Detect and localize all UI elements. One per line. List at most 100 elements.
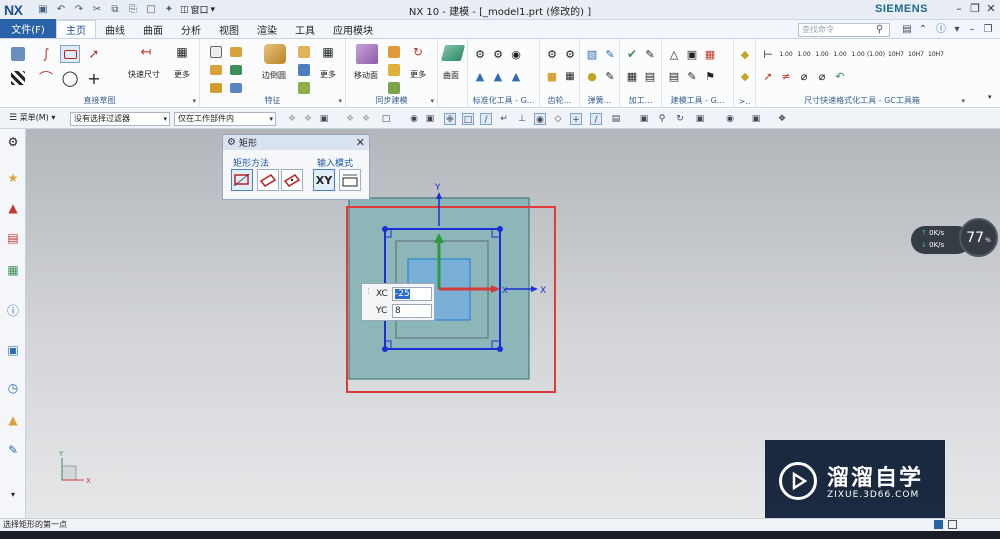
rapid-dimension-icon[interactable]: ↤ <box>136 43 156 61</box>
type-filter-select[interactable]: 没有选择过滤器 ▾ <box>70 112 170 126</box>
arc-center-icon[interactable]: ◉ <box>534 113 546 125</box>
snap-point-icon[interactable]: ✙ <box>444 113 456 125</box>
offset-region-icon[interactable] <box>384 61 404 79</box>
diameter2-icon[interactable]: ⌀ <box>812 67 832 85</box>
point-on-face-icon[interactable]: ▤ <box>610 113 622 125</box>
spring-design-icon[interactable]: ● <box>582 67 602 85</box>
point-on-curve-icon[interactable]: ∕ <box>590 113 602 125</box>
from-center-method-button[interactable] <box>281 169 303 191</box>
touch-mode-icon[interactable]: ✦ <box>162 3 176 17</box>
pull-face-icon[interactable] <box>384 43 404 61</box>
move-face-icon[interactable] <box>354 41 380 67</box>
intersection-icon[interactable]: ⊥ <box>516 113 528 125</box>
three-point-method-button[interactable] <box>257 169 279 191</box>
existing-point-icon[interactable]: + <box>570 113 582 125</box>
gear-table-icon[interactable]: ▦ <box>560 67 580 85</box>
work-layer-icon[interactable]: ❖ <box>776 113 788 125</box>
hole-icon[interactable] <box>226 43 246 61</box>
yc-input[interactable]: 8 <box>392 304 432 318</box>
zoom-icon[interactable]: ⚲ <box>656 113 668 125</box>
boolean-icon[interactable] <box>206 61 226 79</box>
sketch-corner-point[interactable] <box>497 346 503 352</box>
draft-icon[interactable] <box>294 61 314 79</box>
clock-icon[interactable]: ◷ <box>4 379 22 397</box>
tool-icon[interactable]: ◆ <box>735 45 755 63</box>
chevron-down-icon[interactable]: ▾ <box>338 97 342 105</box>
xy-input-mode-button[interactable]: XY <box>313 169 335 191</box>
rectangle-tool-icon[interactable] <box>60 45 80 63</box>
assembly-navigator-icon[interactable]: ★ <box>4 169 22 187</box>
fit-h7-icon[interactable]: 10H7 <box>886 45 906 63</box>
linear-icon[interactable]: ≠ <box>776 67 796 85</box>
cube-icon[interactable]: ▣ <box>424 113 436 125</box>
operation-icon[interactable]: ▤ <box>640 67 660 85</box>
shaded-icon[interactable]: ◉ <box>408 113 420 125</box>
chevron-down-icon[interactable]: ▾ <box>961 97 965 105</box>
undo-icon[interactable]: ↶ <box>54 3 68 17</box>
save-icon[interactable]: ▣ <box>36 3 50 17</box>
rotate-icon[interactable]: ↻ <box>674 113 686 125</box>
control-point-icon[interactable]: ↵ <box>498 113 510 125</box>
line-icon[interactable]: ➚ <box>84 45 104 63</box>
more-resources-icon[interactable]: ▾ <box>4 485 22 503</box>
pin-icon[interactable]: ▲ <box>470 67 490 85</box>
feature-select-icon[interactable]: ▣ <box>318 113 330 125</box>
spring-delete-icon[interactable]: ✎ <box>600 45 620 63</box>
tool2-icon[interactable]: ◆ <box>735 67 755 85</box>
close-icon[interactable]: ✕ <box>356 136 365 149</box>
sketch-corner-point[interactable] <box>382 226 388 232</box>
web-browser-icon[interactable]: ⓘ <box>4 301 22 319</box>
frame-icon[interactable]: ▣ <box>682 45 702 63</box>
orient-view-icon[interactable]: ▣ <box>694 113 706 125</box>
fit-h7c-icon[interactable]: 10H7 <box>926 45 946 63</box>
reset-icon[interactable]: ↶ <box>830 67 850 85</box>
more-label[interactable]: 更多 <box>174 69 190 80</box>
system-materials-icon[interactable]: ▲ <box>4 411 22 429</box>
extrude-icon[interactable] <box>206 43 226 61</box>
close-window-button[interactable]: ✕ <box>982 2 1000 18</box>
stock-icon[interactable]: ▦ <box>622 67 642 85</box>
arc-icon[interactable]: ⌒ <box>36 69 56 87</box>
more-feature-icon[interactable]: ▦ <box>318 43 338 61</box>
washer-icon[interactable]: ◉ <box>506 45 526 63</box>
spring-icon[interactable]: ▧ <box>582 45 602 63</box>
point-icon[interactable]: + <box>84 69 104 88</box>
box-select-icon[interactable]: □ <box>380 113 392 125</box>
chevron-down-icon[interactable]: ▾ <box>951 24 963 36</box>
gear-model-icon[interactable]: ■ <box>542 67 562 85</box>
edit-section-icon[interactable]: ▣ <box>750 113 762 125</box>
tolerance2-icon[interactable]: 1.00 <box>812 45 832 63</box>
dimension-style-icon[interactable]: ⊢ <box>758 45 778 63</box>
chevron-down-icon[interactable]: ▾ <box>192 97 196 105</box>
render-style-icon[interactable]: ◉ <box>724 113 736 125</box>
precision-icon[interactable]: 1.00 <box>776 45 796 63</box>
drag-handle-icon[interactable]: ⋮ <box>365 287 372 295</box>
fit-view-icon[interactable]: ▣ <box>638 113 650 125</box>
face-rule-icon[interactable]: ❖ <box>344 113 356 125</box>
doc-restore-button[interactable]: ❐ <box>982 24 994 36</box>
process-studio-icon[interactable]: ✎ <box>4 441 22 459</box>
radius-icon[interactable]: ➚ <box>758 67 778 85</box>
collapse-ribbon-icon[interactable]: ⌃ <box>917 24 929 36</box>
surface-label[interactable]: 曲面 <box>443 70 459 81</box>
surface-icon[interactable] <box>440 41 466 65</box>
filter-icon[interactable]: ❖ <box>286 113 298 125</box>
history-icon[interactable]: ▣ <box>4 341 22 359</box>
edit-icon[interactable]: ✎ <box>682 67 702 85</box>
chevron-down-icon[interactable]: ▾ <box>988 93 992 101</box>
tolerance-icon[interactable]: 1.00 <box>794 45 814 63</box>
settings-icon[interactable]: ⚙ <box>4 133 22 151</box>
sketch-corner-point[interactable] <box>382 346 388 352</box>
more-label[interactable]: 更多 <box>410 69 426 80</box>
memory-usage-gauge[interactable]: 77% <box>959 218 998 257</box>
profile-icon[interactable]: ∫ <box>36 45 56 63</box>
edge-blend-label[interactable]: 边倒圆 <box>262 70 286 81</box>
reference-dim-icon[interactable]: (1.00) <box>866 45 886 63</box>
selection-scope-select[interactable]: 仅在工作部件内 ▾ <box>174 112 276 126</box>
screw-icon[interactable]: ▲ <box>488 67 508 85</box>
paste-icon[interactable]: ⎘ <box>126 3 140 17</box>
chamfer-icon[interactable] <box>294 43 314 61</box>
tab-applications[interactable]: 应用模块 <box>324 20 382 38</box>
more-icon[interactable]: ▦ <box>172 43 192 61</box>
diameter-icon[interactable]: ⌀ <box>794 67 814 85</box>
